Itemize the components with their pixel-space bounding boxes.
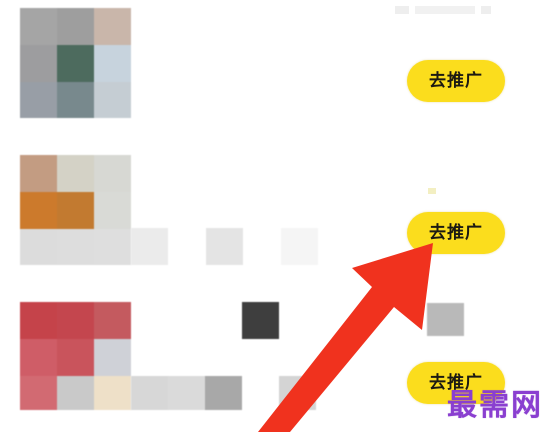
faded-top-text: [395, 2, 495, 16]
promotion-list-screen: 去推广 去推广 去推广 最需网: [0, 0, 551, 432]
item-meta-row: [131, 228, 411, 265]
promote-button-label: 去推广: [429, 223, 483, 243]
promote-button-label: 去推广: [429, 71, 483, 91]
product-thumbnail[interactable]: [20, 155, 131, 265]
item-meta-row: [131, 302, 431, 410]
product-thumbnail[interactable]: [20, 302, 131, 410]
faded-block: [427, 303, 464, 336]
faded-dot: [428, 188, 436, 194]
promote-button[interactable]: 去推广: [407, 60, 505, 102]
watermark-text: 最需网: [447, 388, 543, 423]
product-thumbnail[interactable]: [20, 8, 131, 118]
promote-button[interactable]: 去推广: [407, 212, 505, 254]
